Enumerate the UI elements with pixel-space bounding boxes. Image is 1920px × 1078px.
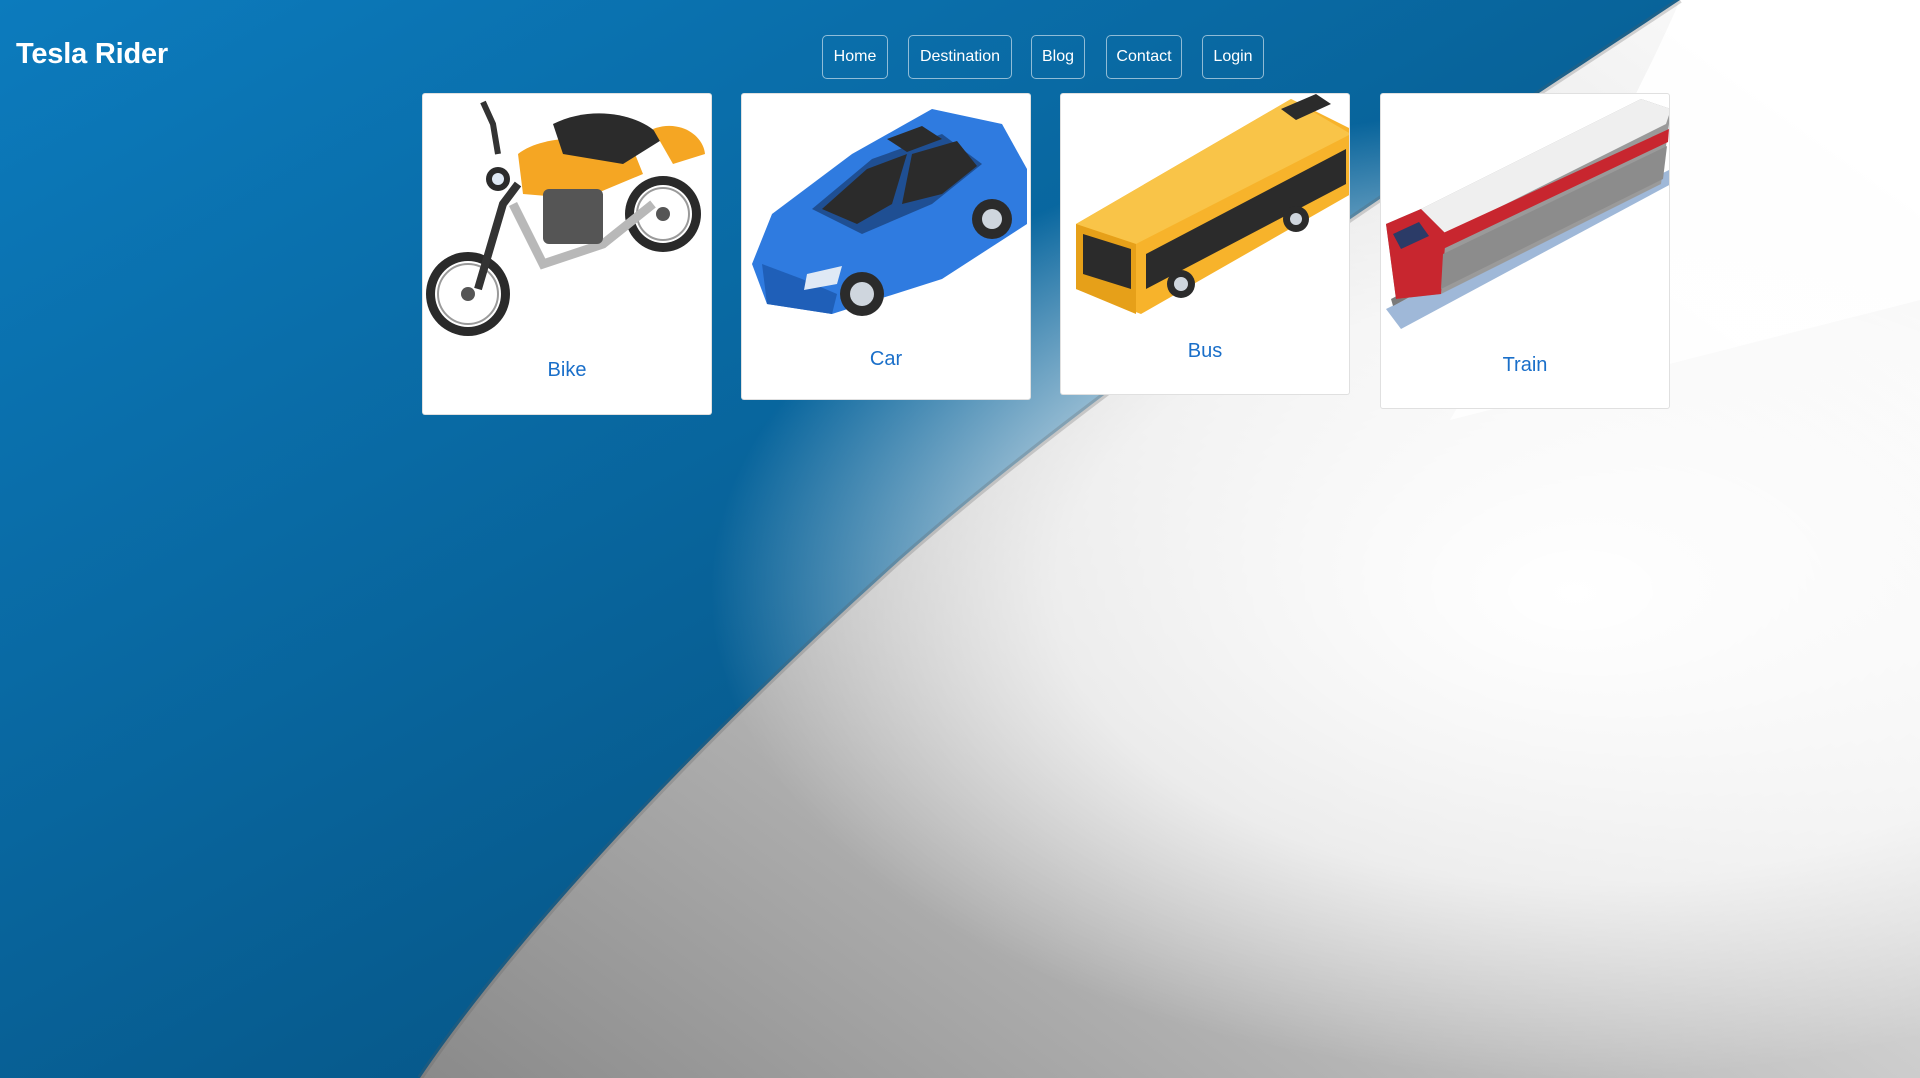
vehicle-card-title: Train xyxy=(1502,354,1548,376)
vehicle-card-title: Bus xyxy=(1187,340,1223,362)
train-icon xyxy=(1386,99,1669,329)
vehicle-card-title: Car xyxy=(869,348,903,370)
nav-blog-button[interactable]: Blog xyxy=(1031,35,1085,79)
main-nav: Home Destination Blog Contact Login xyxy=(0,35,1920,81)
nav-home-button[interactable]: Home xyxy=(822,35,888,79)
vehicle-card-bus[interactable]: Bus xyxy=(1060,93,1350,395)
nav-login-button[interactable]: Login xyxy=(1202,35,1264,79)
car-icon xyxy=(752,109,1027,316)
nav-destination-button[interactable]: Destination xyxy=(908,35,1012,79)
nav-contact-button[interactable]: Contact xyxy=(1106,35,1182,79)
vehicle-card-bike[interactable]: Bike xyxy=(422,93,712,415)
vehicle-card-car[interactable]: Car xyxy=(741,93,1031,400)
motorcycle-icon xyxy=(426,100,705,336)
vehicle-card-title: Bike xyxy=(547,359,587,381)
vehicle-card-train[interactable]: Train xyxy=(1380,93,1670,409)
bus-icon xyxy=(1076,94,1349,314)
